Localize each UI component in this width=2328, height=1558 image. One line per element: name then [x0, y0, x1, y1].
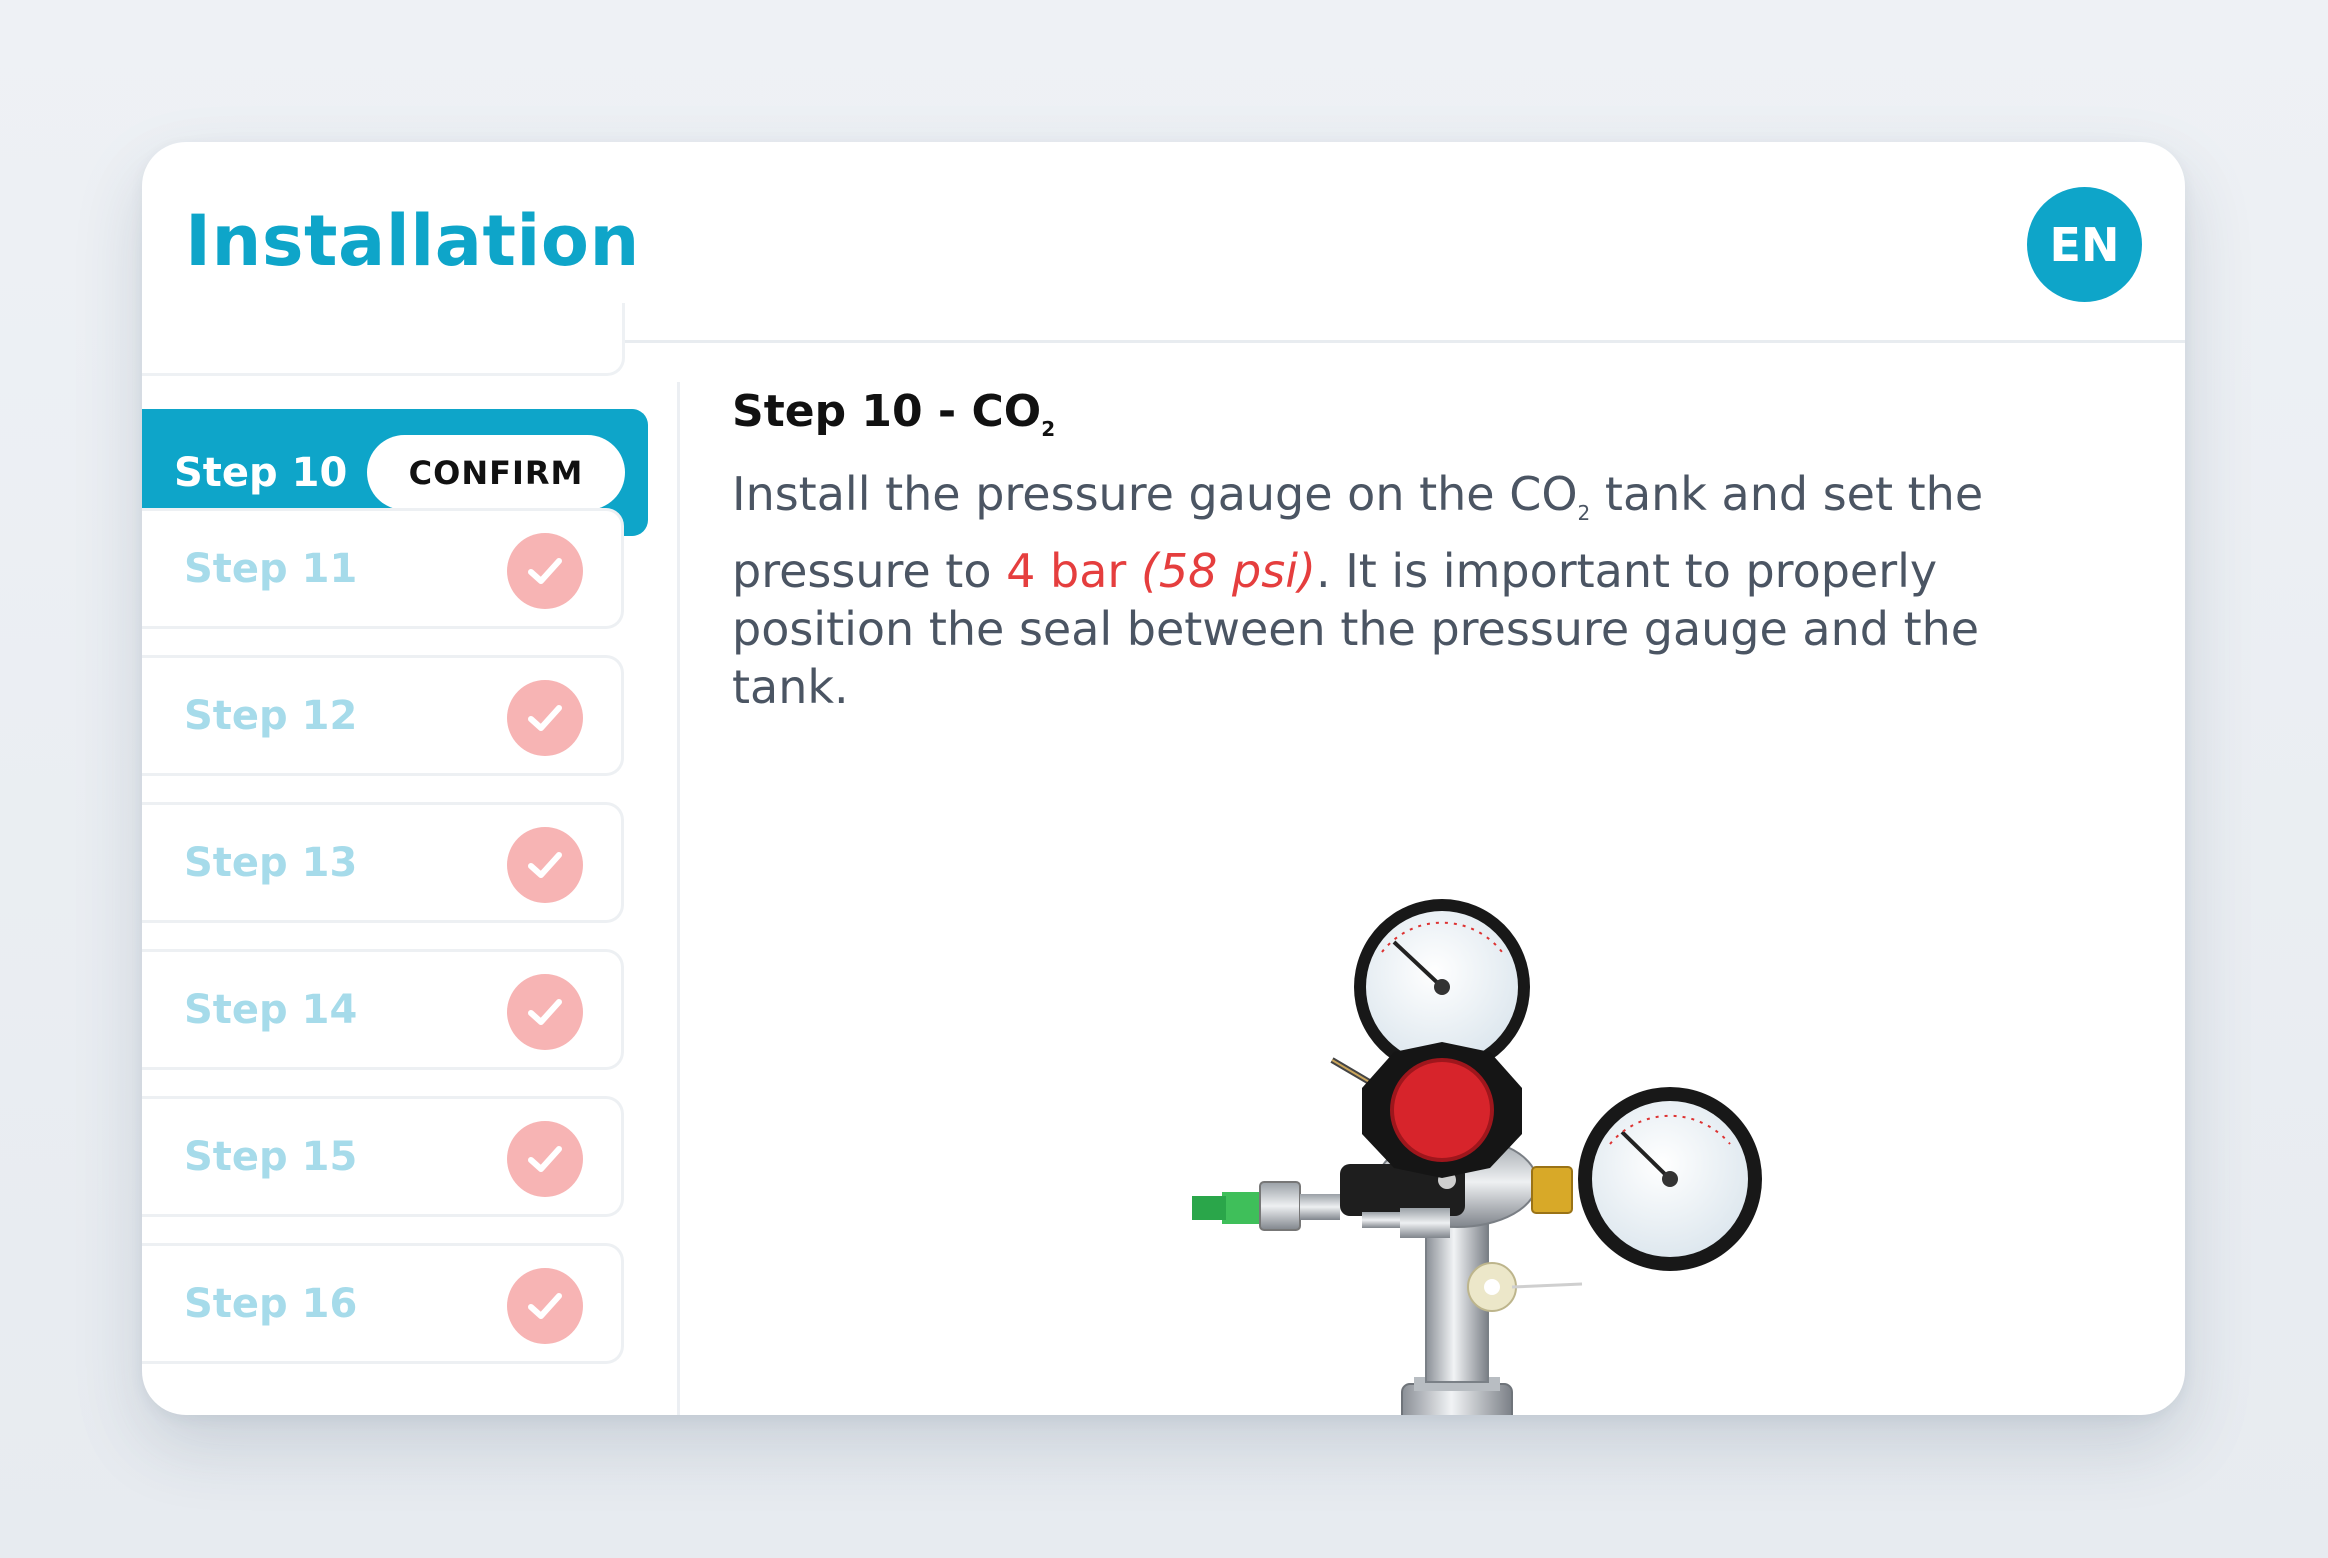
step-description: Install the pressure gauge on the CO2 ta… — [732, 465, 2082, 716]
desc-part-1: Install the pressure gauge on the CO — [732, 467, 1578, 521]
check-icon — [507, 1268, 583, 1344]
step-content: Step 10 - CO2 Install the pressure gauge… — [732, 382, 2132, 716]
step-item[interactable]: Step 15 — [142, 1096, 624, 1217]
step-item[interactable]: Step 11 — [142, 508, 624, 629]
check-icon — [507, 533, 583, 609]
installation-card: Installation EN Step 10 CONFIRM Step 11 … — [142, 142, 2185, 1415]
step-label: Step 13 — [184, 839, 358, 886]
check-icon — [507, 827, 583, 903]
step-item[interactable]: Step 12 — [142, 655, 624, 776]
psi-value: (58 psi) — [1140, 544, 1316, 598]
check-icon — [507, 680, 583, 756]
step-title-subscript: 2 — [1041, 417, 1056, 441]
language-button[interactable]: EN — [2027, 187, 2142, 302]
step-label: Step 12 — [184, 692, 358, 739]
step-label: Step 16 — [184, 1280, 358, 1327]
sidebar-divider — [677, 382, 680, 1415]
step-item[interactable]: Step 16 — [142, 1243, 624, 1364]
step-title-text: Step 10 - CO — [732, 386, 1042, 437]
pressure-regulator-image — [1082, 882, 2002, 1415]
previous-step-item[interactable] — [142, 303, 625, 376]
step-label: Step 11 — [184, 545, 358, 592]
page-title: Installation — [185, 200, 640, 282]
step-title: Step 10 - CO2 — [732, 382, 2132, 459]
step-label: Step 15 — [184, 1133, 358, 1180]
check-icon — [507, 1121, 583, 1197]
step-item[interactable]: Step 13 — [142, 802, 624, 923]
step-item[interactable]: Step 14 — [142, 949, 624, 1070]
step-label: Step 14 — [184, 986, 358, 1033]
step-sidebar[interactable]: Step 10 CONFIRM Step 11 Step 12 Step 13 … — [142, 303, 672, 1415]
check-icon — [507, 974, 583, 1050]
desc-subscript: 2 — [1577, 501, 1591, 525]
confirm-button[interactable]: CONFIRM — [367, 435, 625, 510]
pressure-value: 4 bar — [1006, 544, 1127, 598]
